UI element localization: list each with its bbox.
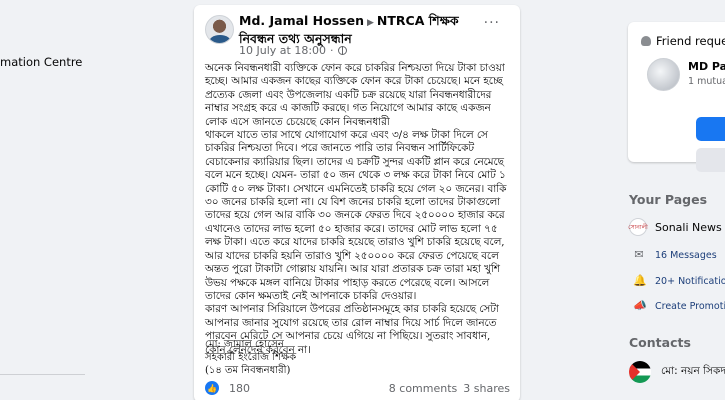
page-item-sonali-news[interactable]: সোনালী Sonali News <box>628 218 722 236</box>
post-body: অনেক নিবন্ধনধারী ব্যক্তিকে ফোন করে চাকরি… <box>205 62 513 357</box>
page-name: Sonali News <box>655 220 722 234</box>
like-count[interactable]: 180 <box>229 382 389 395</box>
post-paragraph: অনেক নিবন্ধনধারী ব্যক্তিকে ফোন করে চাকরি… <box>205 62 505 128</box>
page-notifications-link[interactable]: 🔔 20+ Notificatio <box>633 275 725 287</box>
arrow-right-icon: ▶ <box>366 18 374 28</box>
right-sidebar: Friend reques MD Paw 1 mutual Your Pages… <box>620 0 725 400</box>
friend-request-avatar[interactable] <box>647 58 680 91</box>
signature-name: মো: জামাল হোসেন <box>205 339 284 350</box>
post-header: Md. Jamal Hossen ▶ NTRCA শিক্ষক নিবন্ধন তথ… <box>239 13 479 47</box>
messages-label: 16 Messages <box>655 249 717 261</box>
notifications-label: 20+ Notificatio <box>655 275 725 287</box>
comment-count[interactable]: 8 comments <box>389 382 458 395</box>
your-pages-title: Your Pages <box>629 192 708 207</box>
page-messages-link[interactable]: ✉ 16 Messages <box>633 248 717 261</box>
friend-requests-card: Friend reques MD Paw 1 mutual <box>628 22 725 172</box>
mutual-friends[interactable]: 1 mutual <box>688 76 725 87</box>
separator-dot: · <box>330 44 334 57</box>
message-icon: ✉ <box>634 248 644 261</box>
post-meta: 10 July at 18:00 · <box>239 44 347 57</box>
post-timestamp[interactable]: 10 July at 18:00 <box>239 44 326 57</box>
friend-request-name[interactable]: MD Paw <box>688 60 725 73</box>
signature-note: (১৪ তম নিবন্ধনধারী) <box>205 365 291 376</box>
friend-requests-title[interactable]: Friend reques <box>641 34 725 48</box>
contact-name: মো: নয়ন সিকদার <box>661 364 725 377</box>
share-count[interactable]: 3 shares <box>463 382 510 395</box>
friends-icon <box>641 36 651 46</box>
divider <box>0 374 85 375</box>
post-stats: 👍 180 8 comments 3 shares <box>205 379 510 397</box>
post-paragraph: থাকলে যাতে তার সাথে যোগাযোগ করে এবং ৩/৪ … <box>205 129 507 302</box>
like-icon[interactable]: 👍 <box>205 381 219 395</box>
friend-requests-label: Friend reques <box>656 34 725 48</box>
signature-title: সহকারী ইংরেজি শিক্ষক <box>205 352 297 363</box>
page-create-promotion-link[interactable]: 📣 Create Promoti <box>633 300 725 312</box>
confirm-button[interactable] <box>696 117 725 141</box>
contact-item[interactable]: মো: নয়ন সিকদার <box>629 361 725 383</box>
bell-icon: 🔔 <box>633 274 647 287</box>
post-signature: মো: জামাল হোসেন সহকারী ইংরেজি শিক্ষক (১৪… <box>205 338 405 377</box>
page-logo: সোনালী <box>628 218 648 236</box>
author-avatar[interactable] <box>205 15 234 44</box>
post-card: Md. Jamal Hossen ▶ NTRCA শিক্ষক নিবন্ধন তথ… <box>194 5 520 400</box>
globe-icon <box>337 46 347 55</box>
sidebar-item-information-centre[interactable]: mation Centre <box>0 55 82 69</box>
create-promotion-label: Create Promoti <box>655 300 725 312</box>
left-sidebar: mation Centre <box>0 0 185 400</box>
contacts-title: Contacts <box>629 335 691 350</box>
contact-avatar <box>629 361 651 383</box>
author-name[interactable]: Md. Jamal Hossen <box>239 13 364 28</box>
more-options-icon[interactable]: ··· <box>484 15 500 31</box>
delete-button[interactable] <box>696 148 725 172</box>
megaphone-icon: 📣 <box>633 299 647 312</box>
